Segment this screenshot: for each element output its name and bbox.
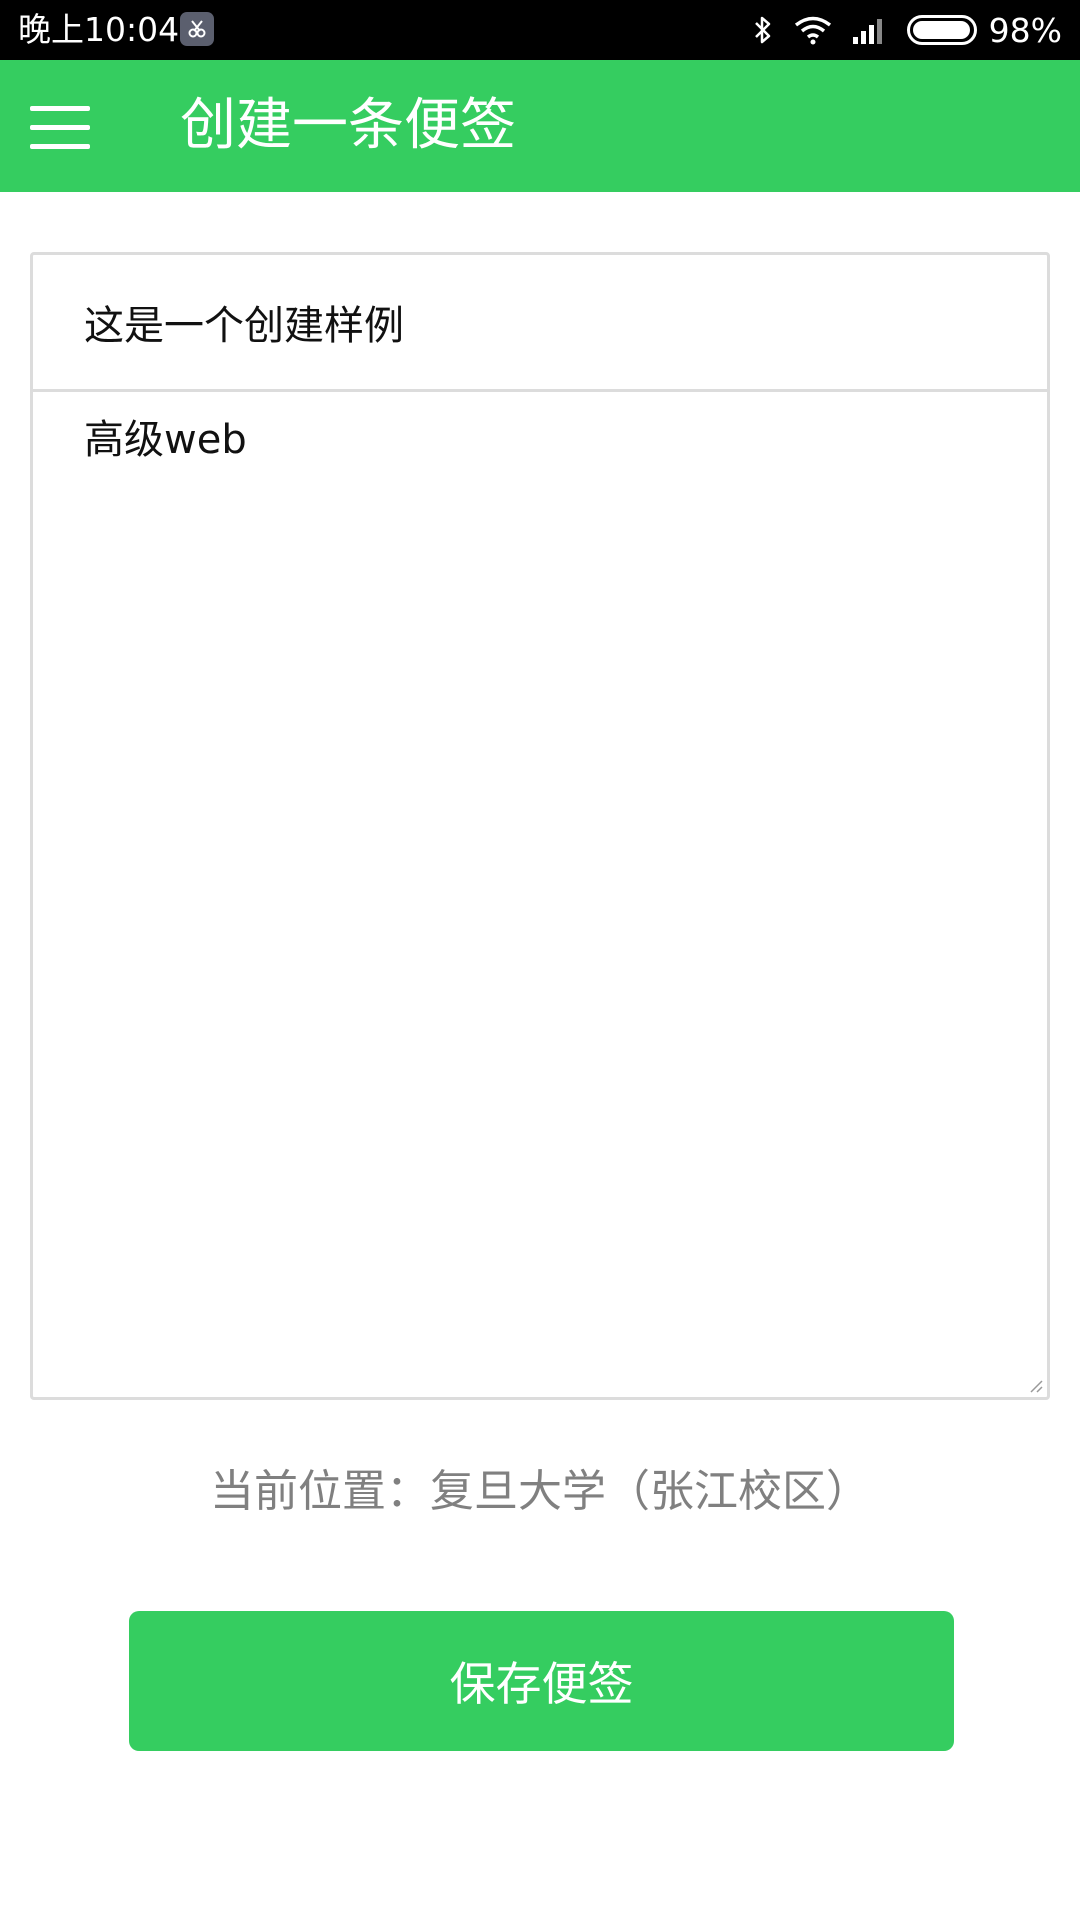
menu-line bbox=[30, 144, 90, 149]
battery-fill bbox=[912, 21, 970, 39]
menu-line bbox=[30, 125, 90, 130]
status-bar: 晚上10:04 98% bbox=[0, 0, 1080, 60]
save-note-button[interactable]: 保存便签 bbox=[129, 1611, 954, 1751]
hamburger-menu-icon[interactable] bbox=[30, 106, 90, 150]
current-location-text: 当前位置：复旦大学（张江校区） bbox=[210, 1466, 870, 1517]
wifi-icon bbox=[793, 15, 833, 45]
page-title: 创建一条便签 bbox=[180, 93, 516, 158]
cellular-signal-icon bbox=[851, 15, 889, 45]
resize-handle-icon[interactable] bbox=[1027, 1377, 1043, 1393]
battery-percent: 98% bbox=[988, 10, 1062, 50]
app-bar: 创建一条便签 bbox=[0, 60, 1080, 192]
battery-icon bbox=[906, 15, 977, 45]
note-form-card: 高级web bbox=[30, 252, 1050, 1400]
note-title-input[interactable] bbox=[33, 255, 1047, 392]
status-time: 晚上10:04 bbox=[18, 10, 180, 49]
app-notification-icon bbox=[180, 12, 214, 46]
bluetooth-icon bbox=[751, 14, 775, 46]
menu-line bbox=[30, 106, 90, 111]
note-content-textarea[interactable]: 高级web bbox=[33, 392, 1047, 1397]
status-icons: 98% bbox=[733, 0, 1062, 60]
